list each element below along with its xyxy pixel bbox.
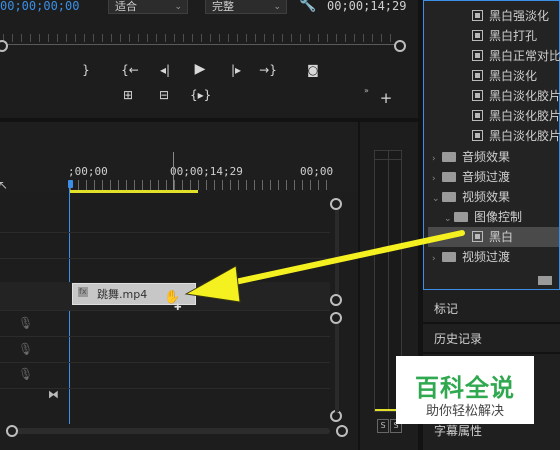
annotation-arrow-shaft bbox=[223, 230, 465, 287]
annotation-arrow bbox=[184, 230, 465, 303]
annotation-arrowhead bbox=[184, 265, 241, 303]
